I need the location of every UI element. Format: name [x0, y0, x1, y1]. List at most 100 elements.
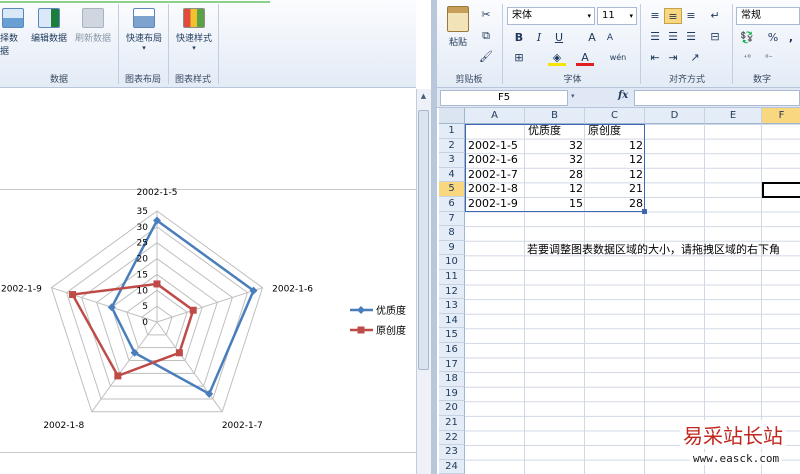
- decrease-decimal-icon[interactable]: ⁰⁻: [760, 50, 778, 66]
- phonetic-button[interactable]: wén: [607, 50, 629, 66]
- font-size-select[interactable]: 11 ▾: [597, 7, 637, 25]
- formula-input[interactable]: [634, 90, 800, 106]
- percent-button[interactable]: %: [764, 30, 782, 46]
- scroll-up-icon[interactable]: ▲: [418, 92, 429, 104]
- increase-indent-icon[interactable]: ⇥: [664, 50, 682, 66]
- chevron-down-icon[interactable]: ▾: [571, 92, 575, 100]
- grow-font-button[interactable]: A: [583, 30, 601, 46]
- row-header[interactable]: 17: [439, 357, 465, 373]
- font-name-select[interactable]: 宋体 ▾: [507, 7, 595, 25]
- align-bottom-icon[interactable]: ≡: [682, 8, 700, 24]
- quick-layout-button[interactable]: 快速布局 ▾: [122, 8, 166, 52]
- corner-select-all[interactable]: [439, 108, 465, 124]
- column-header[interactable]: D: [645, 108, 705, 124]
- orientation-icon[interactable]: ↗: [686, 50, 704, 66]
- italic-button[interactable]: I: [530, 30, 548, 46]
- edit-data-button[interactable]: 编辑数据: [28, 8, 70, 44]
- legend-label: 优质度: [376, 304, 406, 317]
- border-icon[interactable]: ⊞: [510, 50, 528, 66]
- copy-icon[interactable]: ⧉: [477, 28, 495, 44]
- row-header[interactable]: 13: [439, 299, 465, 314]
- group-label-data: 数据: [49, 75, 68, 85]
- clipboard-icon: [447, 6, 469, 32]
- table-edit-icon: [38, 8, 60, 28]
- chevron-down-icon: ▾: [142, 44, 146, 52]
- row-header[interactable]: 11: [439, 270, 465, 285]
- paste-label: 粘贴: [448, 38, 467, 48]
- row-header[interactable]: 20: [439, 401, 465, 416]
- underline-button[interactable]: U: [550, 30, 568, 46]
- merge-center-icon[interactable]: ⊟: [706, 29, 724, 45]
- scrollbar-thumb[interactable]: [418, 110, 429, 370]
- radar-spoke: [91, 321, 158, 413]
- column-header[interactable]: E: [705, 108, 762, 124]
- comma-button[interactable]: ,: [782, 30, 800, 46]
- row-header[interactable]: 7: [439, 211, 465, 227]
- currency-icon[interactable]: 💱: [738, 30, 756, 46]
- row-header[interactable]: 19: [439, 386, 465, 402]
- row-header[interactable]: 6: [439, 197, 465, 212]
- row-header[interactable]: 3: [439, 153, 465, 168]
- column-header[interactable]: A: [465, 108, 525, 124]
- row-header[interactable]: 4: [439, 167, 465, 183]
- select-data-button[interactable]: 择数据: [0, 8, 26, 57]
- row-header[interactable]: 15: [439, 328, 465, 343]
- legend-marker: [357, 326, 365, 334]
- row-header[interactable]: 1: [439, 124, 465, 139]
- radar-chart: 0 5 10 15 20 25 30 35 2002-1-5 2002-1-6 2002-1-7 20…: [1, 188, 406, 431]
- active-cell[interactable]: [762, 182, 800, 198]
- row-header[interactable]: 24: [439, 459, 465, 474]
- column-header[interactable]: F: [762, 108, 800, 124]
- chevron-down-icon: ▾: [629, 12, 633, 20]
- radar-tick-label: 20: [137, 255, 149, 265]
- fx-button[interactable]: fx: [618, 90, 628, 101]
- align-middle-icon[interactable]: ≡: [664, 8, 682, 24]
- radar-point: [69, 291, 77, 299]
- radar-tick-label: 25: [137, 239, 148, 249]
- align-left-icon[interactable]: ☰: [646, 29, 664, 45]
- align-top-icon[interactable]: ≡: [646, 8, 664, 24]
- cut-icon[interactable]: ✂: [477, 7, 495, 23]
- bold-button[interactable]: B: [510, 30, 528, 46]
- quick-style-button[interactable]: 快速样式 ▾: [172, 8, 216, 52]
- range-resize-handle[interactable]: [642, 209, 647, 214]
- row-header[interactable]: 23: [439, 445, 465, 460]
- increase-decimal-icon[interactable]: ⁺⁰: [738, 50, 756, 66]
- align-center-icon[interactable]: ☰: [664, 29, 682, 45]
- column-header[interactable]: B: [525, 108, 585, 124]
- row-header[interactable]: 2: [439, 138, 465, 154]
- group-label-font: 字体: [563, 75, 582, 85]
- chart-legend: 优质度原创度: [350, 304, 406, 337]
- chart-data-range: [465, 124, 645, 212]
- paste-button[interactable]: 粘贴: [441, 6, 475, 48]
- radar-point: [175, 349, 183, 357]
- decrease-indent-icon[interactable]: ⇤: [646, 50, 664, 66]
- font-color-icon[interactable]: A: [576, 50, 594, 66]
- refresh-icon: [82, 8, 104, 28]
- align-right-icon[interactable]: ☰: [682, 29, 700, 45]
- row-header[interactable]: 12: [439, 284, 465, 300]
- row-header[interactable]: 5: [439, 182, 465, 197]
- row-header[interactable]: 18: [439, 372, 465, 387]
- refresh-data-button[interactable]: 刷新数据: [72, 8, 114, 44]
- fill-color-icon[interactable]: ◈: [548, 50, 566, 66]
- quick-style-icon: [183, 8, 205, 28]
- tab-strip-line: [0, 0, 270, 3]
- radar-point: [114, 372, 122, 380]
- row-header[interactable]: 8: [439, 226, 465, 241]
- row-header[interactable]: 16: [439, 343, 465, 358]
- row-header[interactable]: 10: [439, 255, 465, 270]
- number-format-select[interactable]: 常规: [736, 7, 800, 25]
- row-header[interactable]: 14: [439, 313, 465, 329]
- group-separator: [218, 4, 219, 84]
- column-header[interactable]: C: [585, 108, 645, 124]
- wrap-text-icon[interactable]: ↵: [706, 8, 724, 24]
- name-box[interactable]: F5: [440, 90, 568, 106]
- chevron-down-icon: ▾: [192, 44, 196, 52]
- row-header[interactable]: 21: [439, 416, 465, 431]
- row-header[interactable]: 9: [439, 240, 465, 256]
- shrink-font-button[interactable]: A: [601, 30, 619, 46]
- format-painter-icon[interactable]: 🖌: [477, 49, 495, 65]
- edit-data-label: 编辑数据: [30, 34, 67, 44]
- row-header[interactable]: 22: [439, 430, 465, 446]
